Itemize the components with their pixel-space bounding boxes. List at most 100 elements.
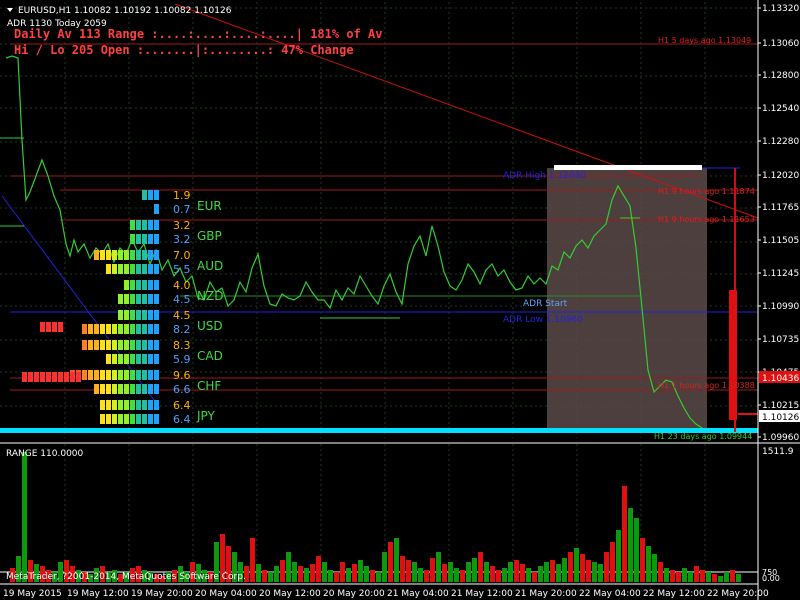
strength-segment: [106, 250, 111, 260]
strength-segment: [94, 250, 99, 260]
strength-segment: [130, 310, 135, 320]
range-bar: [460, 570, 465, 582]
price-tick-label: 1.09960: [762, 433, 799, 443]
strength-segment: [148, 220, 153, 230]
strength-value-bottom: 0.7: [173, 203, 191, 216]
strength-segment: [100, 250, 105, 260]
strength-segment: [154, 384, 159, 394]
strength-segment: [130, 294, 135, 304]
time-tick-label: 19 May 20:00: [131, 589, 193, 599]
strength-segment: [142, 384, 147, 394]
range-bar: [256, 564, 261, 582]
strength-segment: [154, 340, 159, 350]
strength-value-bottom: 8.2: [173, 323, 191, 336]
range-bar: [454, 568, 459, 582]
strength-segment: [148, 234, 153, 244]
time-tick-label: 21 May 20:00: [515, 589, 577, 599]
range-bar: [538, 566, 543, 582]
strength-segment: [106, 354, 111, 364]
range-bar: [466, 562, 471, 582]
strength-value-bottom: 6.6: [173, 383, 191, 396]
range-bar: [646, 546, 651, 582]
range-bar: [478, 552, 483, 582]
strength-segment: [136, 384, 141, 394]
strength-segment: [148, 414, 153, 424]
label-adr-high: ADR High 1.12080: [503, 171, 586, 181]
time-tick-label: 22 May 20:00: [707, 589, 769, 599]
range-bar: [688, 572, 693, 582]
strength-segment: [154, 204, 159, 214]
strength-segment: [112, 370, 117, 380]
strength-segment: [106, 340, 111, 350]
range-bar: [400, 556, 405, 582]
strength-value-top: 6.4: [173, 399, 191, 412]
range-bar: [604, 552, 609, 582]
strength-segment: [118, 370, 123, 380]
strength-segment: [100, 324, 105, 334]
strength-segment: [136, 414, 141, 424]
strength-segment: [148, 264, 153, 274]
strength-segment: [148, 294, 153, 304]
strength-segment: [106, 264, 111, 274]
range-bar: [22, 452, 27, 582]
strength-segment: [142, 280, 147, 290]
strength-segment: [142, 250, 147, 260]
strength-segment: [124, 310, 129, 320]
currency-name-usd: USD: [197, 319, 223, 333]
range-bar: [412, 562, 417, 582]
strength-segment: [136, 234, 141, 244]
strength-segment: [100, 384, 105, 394]
strength-segment: [130, 264, 135, 274]
strength-segment: [124, 250, 129, 260]
strength-segment: [124, 354, 129, 364]
strength-segment: [112, 384, 117, 394]
strength-segment: [118, 384, 123, 394]
price-tick-label: 1.10215: [762, 401, 799, 411]
hi-lo-line: Hi / Lo 205 Open :.......|:........: 47%…: [14, 43, 354, 57]
strength-segment: [130, 370, 135, 380]
strength-segment: [112, 354, 117, 364]
time-tick-label: 19 May 2015: [3, 589, 62, 599]
strength-segment: [106, 370, 111, 380]
strength-segment: [124, 400, 129, 410]
strength-segment: [124, 414, 129, 424]
strength-segment: [94, 340, 99, 350]
strength-segment: [130, 234, 135, 244]
currency-name-chf: CHF: [197, 379, 221, 393]
range-bar: [622, 486, 627, 582]
strength-segment: [130, 354, 135, 364]
strength-segment: [136, 294, 141, 304]
strength-segment: [154, 264, 159, 274]
strength-segment: [88, 340, 93, 350]
range-bar: [700, 570, 705, 582]
time-tick-label: 20 May 04:00: [195, 589, 257, 599]
label-hl9b: H1 9 hours ago 1.11653: [658, 215, 755, 224]
price-tick-label: 1.11245: [762, 269, 799, 279]
range-bar: [556, 564, 561, 582]
strength-segment: [118, 414, 123, 424]
range-bar: [586, 560, 591, 582]
strength-segment: [88, 324, 93, 334]
strength-segment: [124, 370, 129, 380]
currency-name-gbp: GBP: [197, 229, 222, 243]
range-bar: [652, 554, 657, 582]
range-bar: [514, 560, 519, 582]
strength-segment: [136, 340, 141, 350]
chart-window[interactable]: 1.90.7 EUR3.23.2 GBP7.05.5 AUD4.04.5 NZD4.58…: [0, 0, 800, 600]
strength-segment: [136, 250, 141, 260]
price-tick-label: 1.12800: [762, 71, 799, 81]
strength-segment: [124, 280, 129, 290]
strength-segment: [52, 372, 57, 382]
indicator-axis-top: 1511.9: [762, 447, 794, 457]
range-bar: [388, 542, 393, 582]
range-bar: [502, 568, 507, 582]
range-bar: [718, 576, 723, 582]
strength-value-bottom: 5.5: [173, 263, 191, 276]
strength-segment: [112, 400, 117, 410]
range-bar: [520, 564, 525, 582]
strength-segment: [136, 310, 141, 320]
strength-segment: [148, 190, 153, 200]
strength-segment: [112, 340, 117, 350]
time-tick-label: 21 May 12:00: [451, 589, 513, 599]
strength-value-top: 4.0: [173, 279, 191, 292]
